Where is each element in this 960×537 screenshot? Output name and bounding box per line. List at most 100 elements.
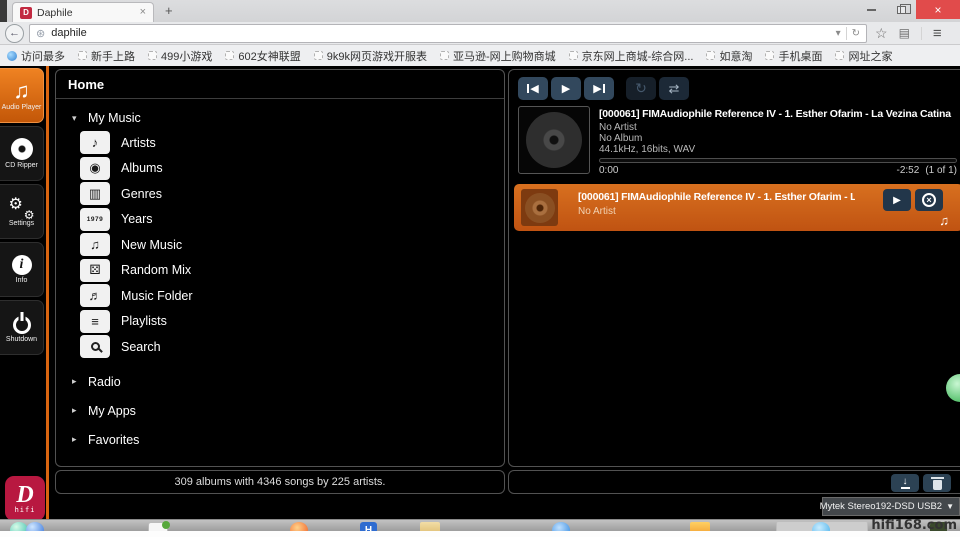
menu-item-new-music[interactable]: ♫ New Music (66, 232, 494, 258)
tab-close-icon[interactable]: × (140, 7, 146, 18)
repeat-button[interactable]: ↻ (626, 77, 656, 100)
bookmark-placeholder-icon (765, 51, 774, 60)
playlist-item-current[interactable]: [000061] FIMAudiophile Reference IV - 1.… (514, 184, 960, 231)
bookmark-placeholder-icon (225, 51, 234, 60)
taskbar-orange-folder-icon[interactable] (690, 522, 710, 531)
genres-icon: ▥ (80, 182, 110, 205)
hamburger-menu-icon[interactable]: ≡ (933, 25, 942, 42)
taskbar-orange-icon[interactable] (290, 522, 308, 531)
bookmark-placeholder-icon (440, 51, 449, 60)
section-favorites[interactable]: ▸ Favorites (72, 433, 494, 447)
search-icon (80, 335, 110, 358)
url-text: daphile (51, 27, 86, 39)
shuffle-button[interactable]: ⇄ (659, 77, 689, 100)
bookmark-item[interactable]: 如意淘 (706, 48, 752, 64)
elapsed-time: 0:00 (599, 165, 618, 176)
sidebar-item-settings[interactable]: ⚙⚙ Settings (0, 184, 44, 239)
back-button[interactable]: ← (5, 24, 24, 43)
taskbar-blue-square-icon[interactable]: H (360, 522, 377, 531)
sidebar-item-shutdown[interactable]: Shutdown (0, 300, 44, 355)
taskbar-blue-circle-icon[interactable] (552, 522, 570, 531)
minimize-button[interactable] (856, 0, 886, 19)
section-radio[interactable]: ▸ Radio (72, 375, 494, 389)
sidebar-item-cd-ripper[interactable]: CD Ripper (0, 126, 44, 181)
now-playing-title: [000061] FIMAudiophile Reference IV - 1.… (599, 108, 957, 120)
playlist-item-title: [000061] FIMAudiophile Reference IV - 1.… (578, 191, 855, 203)
bookmark-placeholder-icon (835, 51, 844, 60)
power-icon (13, 316, 31, 334)
browser-chrome: D Daphile × + × ← ⊛ daphile ▾ ↻ ☆ ▤ ≡ (0, 0, 960, 66)
chevron-down-icon: ▼ (946, 502, 954, 511)
bookmark-item[interactable]: 602女神联盟 (225, 48, 300, 64)
bookmark-item[interactable]: 访问最多 (7, 48, 65, 64)
play-button[interactable]: ▶ (551, 77, 581, 100)
remove-icon: × (922, 193, 936, 207)
audio-device-selector[interactable]: Mytek Stereo192-DSD USB2 ▼ (822, 497, 960, 516)
bookmark-placeholder-icon (314, 51, 323, 60)
menu-item-years[interactable]: 1979 Years (66, 207, 494, 233)
menu-item-albums[interactable]: ◉ Albums (66, 156, 494, 182)
accent-divider (46, 66, 49, 519)
now-playing-artist: No Artist (599, 122, 637, 133)
windows-taskbar: H (0, 519, 960, 531)
menu-item-search[interactable]: Search (66, 334, 494, 360)
next-button[interactable]: ▶ (584, 77, 614, 100)
restore-button[interactable] (886, 0, 916, 19)
save-playlist-button[interactable]: ↓ (891, 474, 919, 492)
menu-item-artists[interactable]: ♪ Artists (66, 130, 494, 156)
reload-icon[interactable]: ↻ (852, 28, 860, 39)
chevron-right-icon: ▸ (72, 405, 80, 416)
progress-bar[interactable] (599, 158, 957, 163)
library-status-bar: 309 albums with 4346 songs by 225 artist… (55, 470, 505, 494)
close-button[interactable]: × (916, 0, 960, 19)
previous-button[interactable]: ◀ (518, 77, 548, 100)
bookmark-item[interactable]: 新手上路 (78, 48, 135, 64)
new-tab-button[interactable]: + (165, 3, 173, 18)
section-my-music[interactable]: ▾ My Music (72, 111, 494, 125)
bookmark-star-icon[interactable]: ☆ (875, 25, 888, 42)
bookmark-item[interactable]: 手机桌面 (765, 48, 822, 64)
url-field[interactable]: ⊛ daphile ▾ ↻ (29, 24, 867, 43)
taskbar-skype-icon[interactable] (812, 522, 830, 531)
tab-daphile[interactable]: D Daphile × (12, 2, 154, 22)
random-mix-icon: ⚄ (80, 259, 110, 282)
bookmark-item[interactable]: 网址之家 (835, 48, 892, 64)
daphile-favicon: D (20, 7, 32, 19)
divider (846, 27, 847, 40)
menu-item-music-folder[interactable]: ♬ Music Folder (66, 283, 494, 309)
playlist-remove-button[interactable]: × (915, 189, 943, 211)
bookmark-item[interactable]: 亚马逊-网上购物商城 (440, 48, 556, 64)
now-playing-album: No Album (599, 133, 642, 144)
playlist-item-art (521, 189, 558, 226)
bookmark-item[interactable]: 京东网上商城-综合网... (569, 48, 694, 64)
bookmark-item[interactable]: 499小游戏 (148, 48, 212, 64)
divider (921, 27, 922, 40)
chevron-right-icon: ▸ (72, 434, 80, 445)
screen-edge (0, 531, 960, 537)
menu-item-random-mix[interactable]: ⚄ Random Mix (66, 258, 494, 284)
restore-icon (897, 6, 906, 14)
taskbar-folder-icon[interactable] (420, 522, 440, 531)
clear-playlist-button[interactable] (923, 474, 951, 492)
hifi-logo: D hifi (5, 476, 45, 521)
menu-item-playlists[interactable]: ≡ Playlists (66, 309, 494, 335)
taskbar-spheres-icon[interactable] (10, 522, 50, 531)
clipboard-icon[interactable]: ▤ (899, 26, 910, 40)
years-icon: 1979 (80, 208, 110, 231)
menu-item-genres[interactable]: ▥ Genres (66, 181, 494, 207)
window-controls: × (856, 0, 960, 19)
bookmark-placeholder-icon (148, 51, 157, 60)
section-my-apps[interactable]: ▸ My Apps (72, 404, 494, 418)
page-title: Home (56, 70, 504, 99)
sidebar-item-info[interactable]: i Info (0, 242, 44, 297)
url-dropdown-icon[interactable]: ▾ (836, 28, 841, 39)
sidebar-item-audio-player[interactable]: ♫ Audio Player (0, 68, 44, 123)
album-art (518, 106, 590, 174)
bookmark-placeholder-icon (78, 51, 87, 60)
playlist-play-button[interactable]: ▶ (883, 189, 911, 211)
bookmark-item[interactable]: 9k9k网页游戏开服表 (314, 48, 427, 64)
artists-icon: ♪ (80, 131, 110, 154)
new-music-icon: ♫ (80, 233, 110, 256)
tab-title: Daphile (37, 7, 73, 19)
taskbar-document-icon[interactable] (148, 522, 168, 531)
